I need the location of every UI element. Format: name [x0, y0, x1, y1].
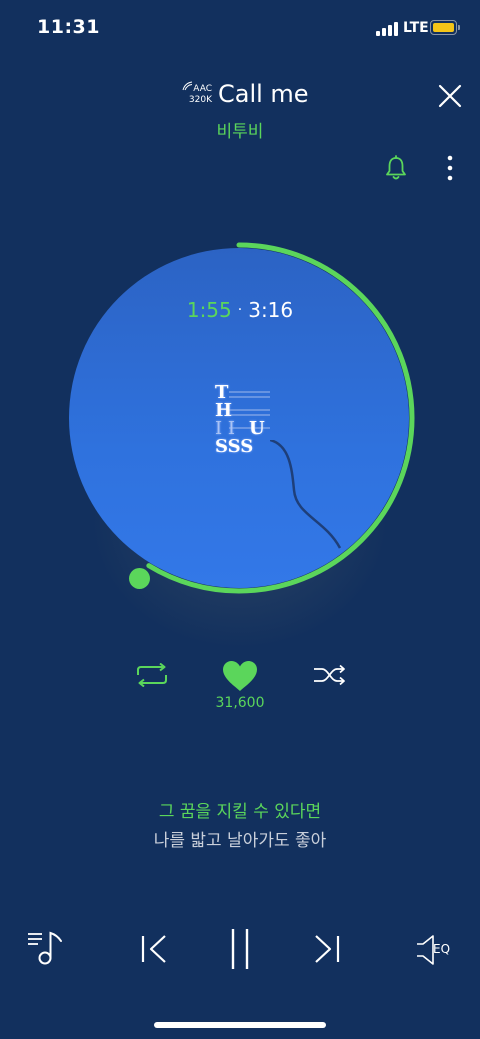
like-count: 31,600 — [215, 695, 265, 711]
wave-icon — [182, 81, 193, 91]
audio-quality-badge: AAC 320K — [182, 81, 212, 109]
status-time: 11:31 — [37, 16, 100, 38]
total-duration: 3:16 — [248, 298, 294, 322]
elapsed-time: 1:55 — [186, 298, 232, 322]
next-track-icon[interactable] — [313, 934, 341, 964]
progress-knob[interactable] — [129, 568, 150, 589]
codec-label: AAC — [193, 84, 212, 94]
album-art-line-5: SSS — [215, 436, 254, 457]
playlist-icon[interactable] — [27, 930, 65, 966]
battery-icon — [430, 20, 457, 35]
repeat-icon[interactable] — [135, 663, 169, 687]
previous-track-icon[interactable] — [140, 934, 168, 964]
signal-strength-icon — [376, 22, 400, 36]
more-options-icon[interactable] — [444, 155, 456, 183]
album-art-lettering: T H I I U SSS — [215, 384, 275, 457]
lyric-next-line[interactable]: 나를 밟고 날아가도 좋아 — [0, 826, 480, 851]
heart-icon[interactable] — [222, 660, 258, 692]
network-type: LTE — [403, 20, 429, 36]
album-art-cable — [270, 440, 342, 549]
song-title: Call me — [218, 80, 309, 108]
time-separator: · — [237, 302, 243, 318]
battery-cap — [458, 25, 460, 30]
album-art-line-3: I I — [215, 418, 235, 439]
artist-name[interactable]: 비투비 — [0, 117, 480, 142]
bell-icon[interactable] — [384, 155, 408, 181]
album-art-line-4: U — [249, 418, 265, 439]
pause-icon[interactable] — [228, 928, 252, 970]
album-art-row-3: I I U — [215, 420, 275, 438]
bitrate-label: 320K — [188, 95, 212, 105]
close-icon[interactable] — [437, 83, 463, 109]
shuffle-icon[interactable] — [313, 663, 347, 687]
time-readout: 1:55 · 3:16 — [0, 298, 480, 322]
lyric-current-line[interactable]: 그 꿈을 지킬 수 있다면 — [0, 797, 480, 822]
home-indicator[interactable] — [154, 1022, 326, 1028]
eq-label: EQ — [433, 942, 451, 956]
equalizer-button[interactable]: EQ — [416, 934, 458, 966]
